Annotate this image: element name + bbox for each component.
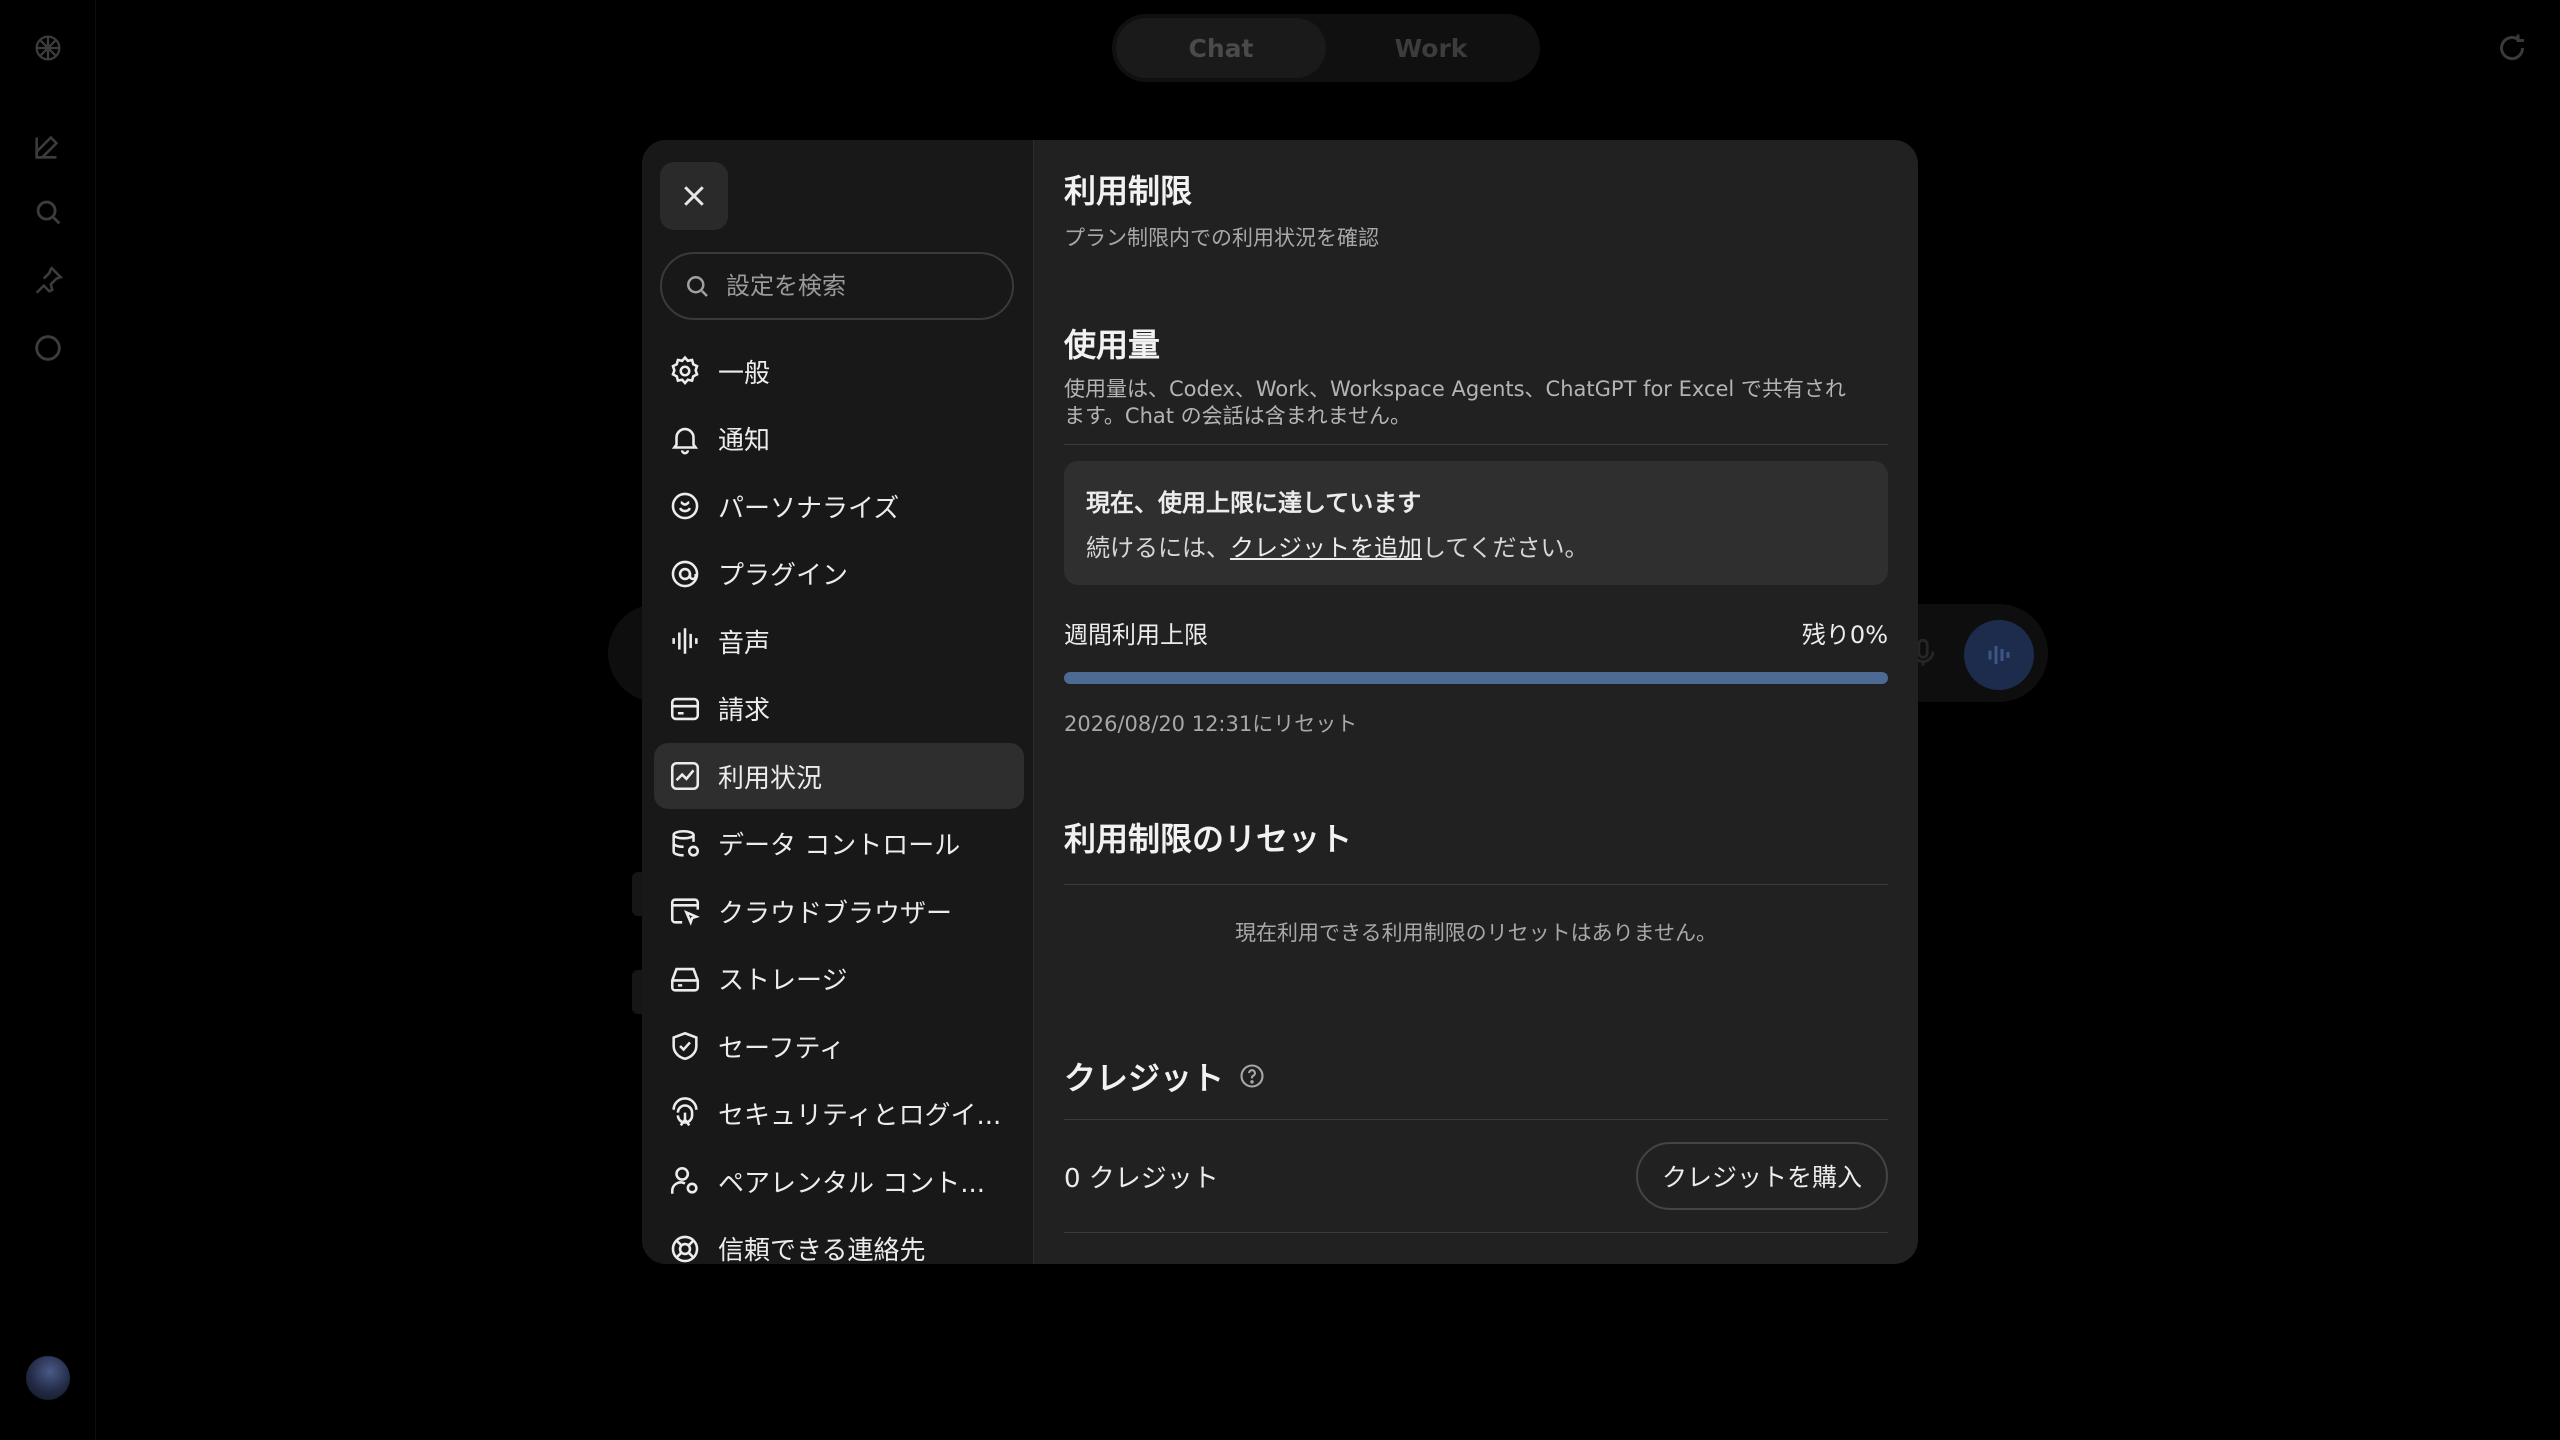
nav-item-notifications[interactable]: 通知	[654, 406, 1024, 472]
divider	[1064, 884, 1888, 885]
sync-icon[interactable]	[2488, 24, 2536, 72]
search-icon[interactable]	[24, 188, 72, 236]
new-chat-icon[interactable]	[24, 122, 72, 170]
buy-credits-button[interactable]: クレジットを購入	[1635, 1142, 1888, 1210]
page-subtitle: プラン制限内での利用状況を確認	[1064, 226, 1379, 250]
nav-item-label: セキュリティとログイ...	[718, 1101, 1002, 1131]
pin-icon[interactable]	[24, 256, 72, 304]
weekly-limit-row: 週間利用上限 残り0%	[1064, 615, 1888, 650]
nav-item-label: 一般	[718, 358, 771, 389]
mode-toggle: Chat Work	[1112, 14, 1540, 82]
nav-item-label: 請求	[718, 696, 771, 726]
nav-item-voice[interactable]: 音声	[654, 608, 1024, 674]
nav-item-usage[interactable]: 利用状況	[654, 743, 1024, 809]
nav-item-label: 通知	[718, 426, 771, 456]
nav-item-parental[interactable]: ペアレンタル コント...	[654, 1148, 1024, 1214]
tab-work[interactable]: Work	[1326, 18, 1536, 78]
weekly-limit-label: 週間利用上限	[1064, 621, 1208, 649]
nav-item-data-controls[interactable]: データ コントロール	[654, 811, 1024, 877]
usage-panel: 利用制限 プラン制限内での利用状況を確認 使用量 使用量は、Codex、Work…	[1034, 140, 1918, 1264]
nav-item-label: パーソナライズ	[718, 493, 900, 524]
nav-item-trusted-contacts[interactable]: 信頼できる連絡先	[654, 1216, 1024, 1264]
nav-item-label: データ コントロール	[718, 831, 961, 861]
nav-item-label: セーフティ	[718, 1033, 845, 1064]
nav-item-label: ストレージ	[718, 966, 848, 996]
storage-icon	[670, 967, 700, 992]
tab-chat[interactable]: Chat	[1116, 18, 1326, 78]
nav-item-billing[interactable]: 請求	[654, 676, 1024, 742]
gear-icon	[671, 355, 699, 385]
settings-search[interactable]	[660, 252, 1014, 320]
usage-section-title: 使用量	[1064, 326, 1161, 364]
left-rail	[0, 0, 96, 1440]
reset-empty-note: 現在利用できる利用制限のリセットはありません。	[1235, 921, 1717, 945]
lifebuoy-icon	[671, 1235, 699, 1262]
add-credits-link[interactable]: クレジットを追加	[1230, 534, 1422, 562]
nav-item-label: 利用状況	[718, 763, 823, 794]
app-window: Chat Work 一般	[0, 0, 2560, 1440]
weekly-limit-progress	[1064, 672, 1888, 684]
limit-alert: 現在、使用上限に達しています 続けるには、クレジットを追加してください。	[1064, 461, 1888, 585]
credits-header: クレジット	[1064, 1053, 1888, 1099]
settings-nav: 一般 通知 パーソナライズ プラグイン 音声 請求 利用状況 データ コントロー…	[654, 338, 1024, 1264]
parental-icon	[670, 1166, 698, 1194]
nav-item-label: 信頼できる連絡先	[718, 1236, 926, 1264]
nav-item-storage[interactable]: ストレージ	[654, 946, 1024, 1012]
bell-icon	[671, 427, 699, 454]
weekly-limit-remaining: 残り0%	[1801, 621, 1888, 649]
credits-section-title: クレジット	[1064, 1059, 1225, 1097]
search-icon	[687, 276, 708, 297]
nav-item-label: 音声	[718, 628, 771, 659]
alert-title: 現在、使用上限に達しています	[1086, 489, 1422, 517]
usage-description-line: 使用量は、Codex、Work、Workspace Agents、ChatGPT…	[1064, 377, 1846, 401]
nav-item-plugins[interactable]: プラグイン	[654, 541, 1024, 607]
nav-item-personalize[interactable]: パーソナライズ	[654, 473, 1024, 539]
nav-item-security[interactable]: セキュリティとログイ...	[654, 1081, 1024, 1147]
usage-description-line: ます。Chat の会話は含まれません。	[1064, 404, 1412, 428]
divider	[1064, 1232, 1888, 1233]
logo-icon[interactable]	[24, 24, 72, 72]
credits-count: 0 クレジット	[1064, 1163, 1219, 1194]
nav-item-label: ペアレンタル コント...	[718, 1168, 986, 1199]
avatar[interactable]	[26, 1356, 70, 1400]
cloud-browser-icon	[670, 898, 700, 926]
card-icon	[670, 697, 700, 720]
search-input[interactable]	[726, 272, 986, 300]
plugin-icon	[671, 560, 699, 587]
nav-item-label: クラウドブラウザー	[718, 898, 953, 929]
reset-timestamp: 2026/08/20 12:31にリセット	[1064, 712, 1358, 736]
credits-row: 0 クレジット クレジットを購入	[1064, 1120, 1888, 1232]
database-icon	[672, 829, 700, 857]
reset-section-title: 利用制限のリセット	[1064, 820, 1353, 858]
settings-modal: 一般 通知 パーソナライズ プラグイン 音声	[642, 140, 1918, 1264]
alert-suffix: してください。	[1422, 534, 1589, 562]
usage-description: 使用量は、Codex、Work、Workspace Agents、ChatGPT…	[1064, 376, 1888, 430]
nav-item-label: プラグイン	[718, 561, 849, 591]
shield-icon	[672, 1031, 698, 1061]
usage-chart-icon	[670, 761, 700, 791]
page-title: 利用制限	[1064, 172, 1193, 210]
voice-mode-icon	[1964, 620, 2034, 690]
alert-prefix: 続けるには、	[1086, 534, 1230, 562]
close-icon	[684, 186, 704, 206]
security-icon	[672, 1096, 698, 1126]
alert-body: 続けるには、クレジットを追加してください。	[1086, 528, 1866, 563]
nav-item-general[interactable]: 一般	[654, 338, 1024, 404]
help-icon[interactable]	[1238, 1062, 1266, 1090]
settings-sidebar: 一般 通知 パーソナライズ プラグイン 音声	[642, 140, 1034, 1264]
waveform-icon	[672, 628, 698, 654]
chat-bubble-icon[interactable]	[24, 324, 72, 372]
nav-item-safety[interactable]: セーフティ	[654, 1013, 1024, 1079]
nav-item-cloud-browser[interactable]: クラウドブラウザー	[654, 878, 1024, 944]
close-button[interactable]	[660, 162, 728, 230]
divider	[1064, 444, 1888, 445]
personalize-icon	[671, 492, 699, 520]
